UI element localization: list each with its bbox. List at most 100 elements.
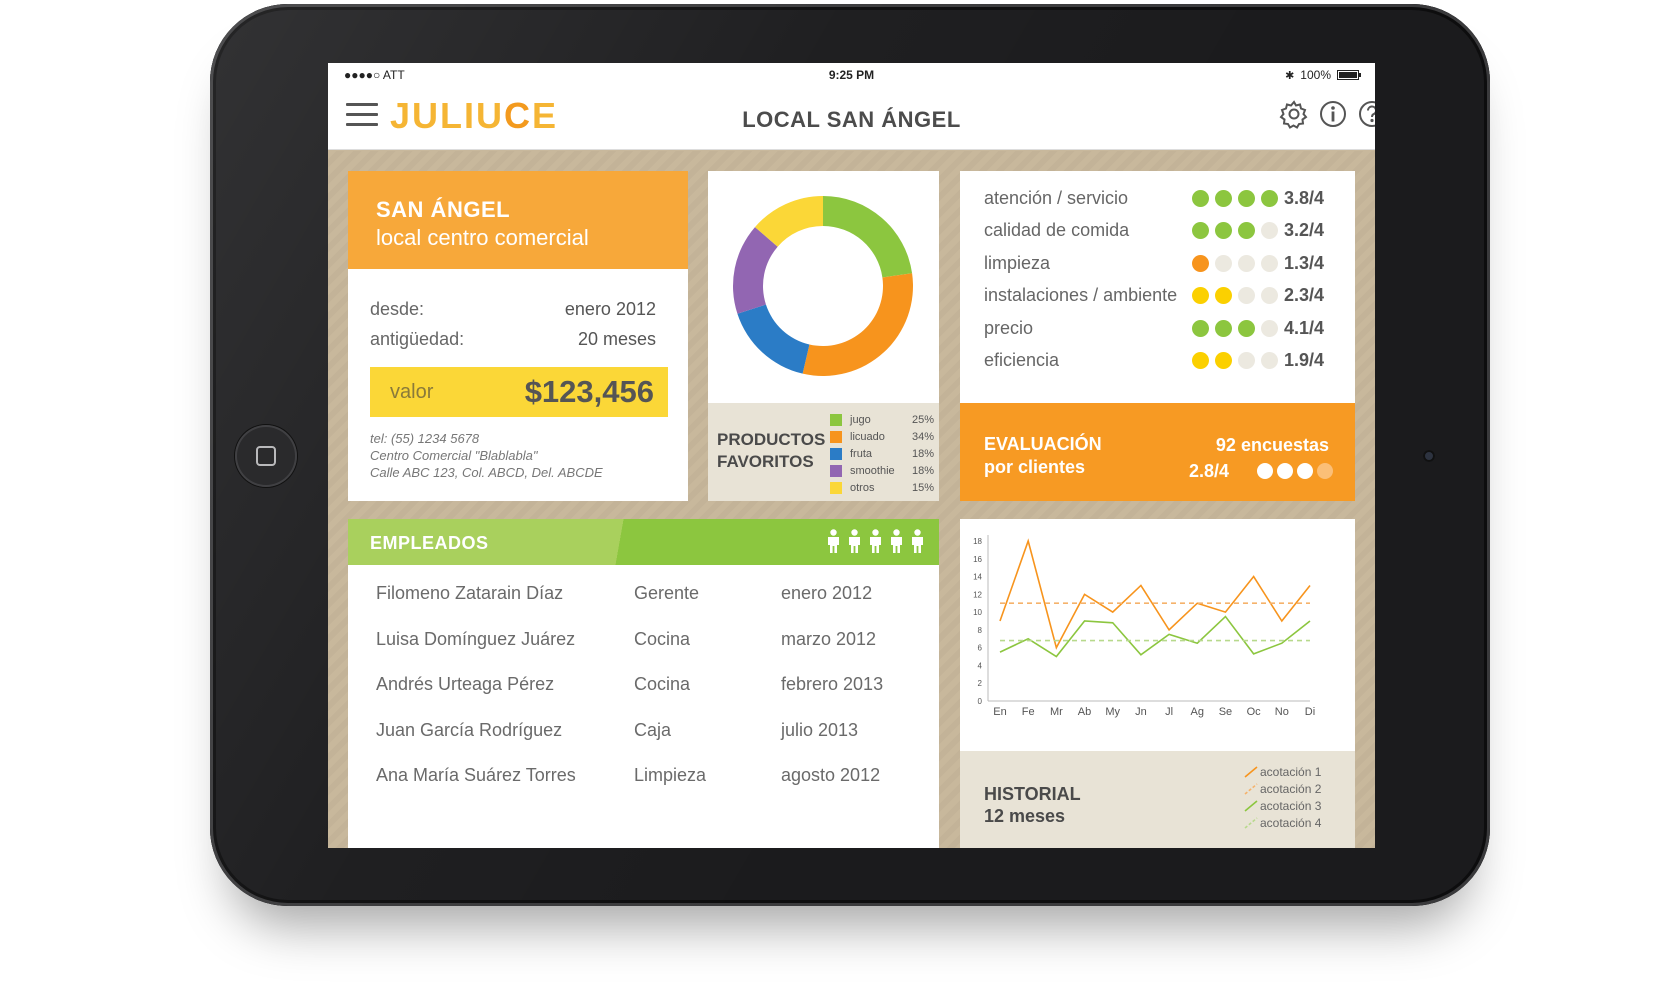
status-right: ✱ 100% bbox=[1285, 68, 1361, 82]
rating-dot bbox=[1215, 287, 1232, 304]
person-icon bbox=[891, 529, 902, 553]
legend-pct: 15% bbox=[911, 481, 934, 494]
employee-name: Luisa Domínguez Juárez bbox=[376, 628, 576, 649]
x-tick-label: Jn bbox=[1135, 706, 1147, 718]
rating-dots bbox=[1192, 222, 1280, 239]
since-label: desde: bbox=[370, 299, 425, 319]
value-amount: $123,456 bbox=[524, 374, 654, 409]
rating-label: calidad de comida bbox=[984, 220, 1130, 240]
x-tick-label: Ag bbox=[1191, 706, 1204, 718]
rating-value: 1.9/4 bbox=[1284, 350, 1325, 370]
employee-row[interactable]: Filomeno Zatarain Díaz Gerente enero 201… bbox=[376, 583, 916, 604]
history-legend: acotación 1 acotación 2 acotación 3 acot… bbox=[1244, 763, 1321, 831]
products-legend: jugo 25% licuado 34% fruta 18% smoothie … bbox=[830, 411, 934, 496]
rating-dot bbox=[1261, 189, 1278, 207]
screen: ●●●●○ ATT 9:25 PM ✱ 100% JULIUCE LOCAL S… bbox=[328, 63, 1375, 848]
local-subtitle: local centro comercial bbox=[376, 225, 589, 250]
rating-dot bbox=[1215, 189, 1232, 207]
local-info-card: SAN ÁNGEL local centro comercial desde: … bbox=[348, 171, 688, 501]
x-tick-label: Di bbox=[1305, 706, 1315, 718]
history-legend-item: acotación 1 bbox=[1244, 763, 1321, 780]
series-line bbox=[999, 538, 1311, 650]
legend-name: jugo bbox=[850, 413, 871, 426]
local-title: SAN ÁNGEL bbox=[376, 197, 511, 222]
help-icon[interactable] bbox=[1357, 99, 1375, 129]
rating-row: calidad de comida 3.2/4 bbox=[984, 218, 1334, 244]
rating-row: limpieza 1.3/4 bbox=[984, 250, 1334, 276]
contact-place: Centro Comercial "Blablabla" bbox=[370, 448, 538, 463]
legend-line-icon bbox=[1244, 765, 1258, 778]
employee-name: Juan García Rodríguez bbox=[376, 719, 563, 740]
local-header: SAN ÁNGEL local centro comercial bbox=[348, 171, 688, 269]
legend-pct: 18% bbox=[911, 447, 934, 460]
rating-dot bbox=[1261, 222, 1278, 239]
products-donut-chart bbox=[733, 196, 913, 376]
person-icon bbox=[870, 529, 881, 553]
rating-dots bbox=[1192, 319, 1280, 337]
rating-label: instalaciones / ambiente bbox=[984, 285, 1178, 305]
x-tick-label: Mr bbox=[1050, 706, 1063, 718]
info-icon[interactable] bbox=[1318, 99, 1348, 129]
employee-date: enero 2012 bbox=[781, 583, 873, 603]
evaluation-dot bbox=[1257, 463, 1273, 479]
dashboard: SAN ÁNGEL local centro comercial desde: … bbox=[328, 151, 1375, 848]
battery-text: 100% bbox=[1300, 68, 1331, 82]
history-legend-label: acotación 2 bbox=[1260, 781, 1322, 796]
nav-bar: JULIUCE LOCAL SAN ÁNGEL bbox=[328, 85, 1375, 150]
employee-row[interactable]: Andrés Urteaga Pérez Cocina febrero 2013 bbox=[376, 674, 916, 695]
y-tick-label: 16 bbox=[973, 555, 982, 564]
value-label: valor bbox=[390, 380, 434, 403]
history-legend-item: acotación 4 bbox=[1244, 814, 1321, 831]
employees-header: EMPLEADOS bbox=[348, 519, 939, 565]
rating-dot bbox=[1192, 352, 1209, 369]
contact-phone: tel: (55) 1234 5678 bbox=[370, 431, 480, 446]
rating-value: 4.1/4 bbox=[1284, 317, 1325, 338]
employee-row[interactable]: Ana María Suárez Torres Limpieza agosto … bbox=[376, 765, 916, 786]
donut-slice bbox=[802, 273, 913, 376]
rating-value: 3.2/4 bbox=[1284, 220, 1325, 240]
age-value: 20 meses bbox=[577, 329, 656, 349]
home-square-icon bbox=[256, 446, 276, 466]
x-tick-label: Ab bbox=[1078, 706, 1091, 718]
y-tick-label: 10 bbox=[973, 608, 982, 617]
camera-icon bbox=[1423, 450, 1435, 462]
rating-label: atención / servicio bbox=[984, 187, 1129, 208]
history-legend-label: acotación 3 bbox=[1260, 798, 1322, 813]
gear-icon[interactable] bbox=[1279, 99, 1309, 129]
rating-dots bbox=[1192, 189, 1280, 207]
legend-swatch bbox=[830, 413, 842, 426]
battery-icon bbox=[1337, 70, 1361, 80]
age-label: antigüedad: bbox=[370, 329, 465, 349]
donut-slice bbox=[823, 196, 913, 278]
clock-text: 9:25 PM bbox=[828, 68, 875, 82]
employee-date: agosto 2012 bbox=[781, 765, 881, 785]
employee-role: Caja bbox=[634, 719, 672, 740]
employee-row[interactable]: Luisa Domínguez Juárez Cocina marzo 2012 bbox=[376, 629, 916, 650]
legend-line-icon bbox=[1244, 799, 1258, 812]
bluetooth-icon: ✱ bbox=[1285, 69, 1295, 82]
employee-row[interactable]: Juan García Rodríguez Caja julio 2013 bbox=[376, 720, 916, 741]
rating-dots bbox=[1192, 287, 1280, 304]
products-footer: PRODUCTOS FAVORITOS jugo 25% licuado 34%… bbox=[708, 403, 939, 501]
page-title: LOCAL SAN ÁNGEL bbox=[742, 107, 961, 132]
rating-dot bbox=[1192, 222, 1209, 239]
history-legend-label: acotación 4 bbox=[1260, 815, 1322, 830]
rating-dot bbox=[1238, 319, 1255, 337]
y-tick-label: 4 bbox=[978, 661, 983, 670]
employees-icons bbox=[826, 529, 925, 553]
status-bar: ●●●●○ ATT 9:25 PM ✱ 100% bbox=[328, 63, 1375, 85]
y-tick-label: 2 bbox=[978, 679, 983, 688]
age-row: antigüedad: 20 meses bbox=[370, 329, 656, 350]
employee-name: Filomeno Zatarain Díaz bbox=[376, 583, 564, 603]
legend-item: jugo 25% bbox=[830, 411, 934, 428]
employee-role: Limpieza bbox=[634, 765, 707, 785]
history-legend-item: acotación 2 bbox=[1244, 780, 1321, 797]
rating-value: 1.3/4 bbox=[1284, 252, 1325, 273]
rating-dot bbox=[1261, 352, 1278, 369]
rating-dot bbox=[1261, 254, 1278, 272]
home-button[interactable] bbox=[235, 425, 297, 487]
legend-item: fruta 18% bbox=[830, 445, 934, 462]
ratings-card: atención / servicio 3.8/4 calidad de comi… bbox=[960, 171, 1355, 501]
evaluation-dot bbox=[1297, 463, 1313, 479]
legend-swatch bbox=[830, 464, 842, 477]
